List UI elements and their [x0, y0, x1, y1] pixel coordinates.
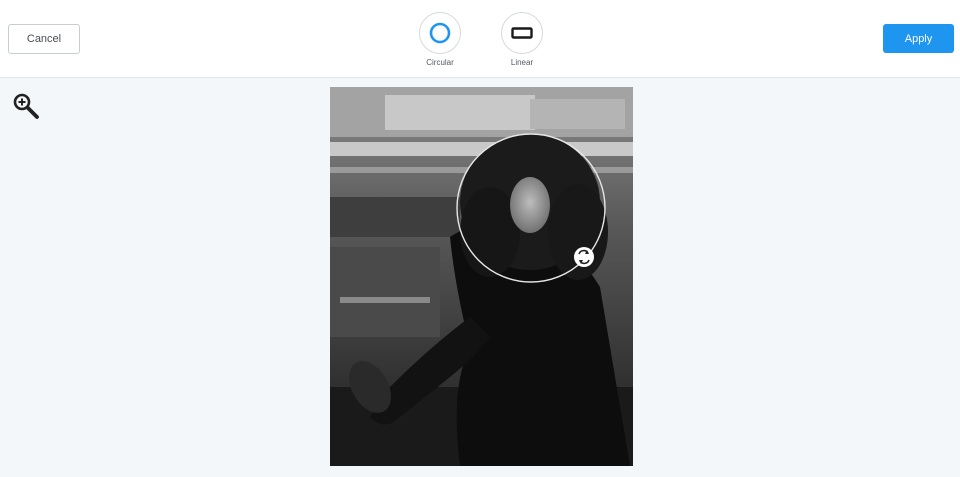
apply-button[interactable]: Apply	[883, 24, 954, 53]
rectangle-mask-icon	[511, 27, 533, 39]
cancel-button[interactable]: Cancel	[8, 24, 80, 54]
circular-mode-label: Circular	[426, 58, 454, 67]
photo-canvas[interactable]	[330, 87, 633, 466]
top-toolbar: Cancel Circular Linear Apply	[0, 0, 960, 78]
zoom-in-button[interactable]	[12, 92, 40, 120]
zoom-in-icon	[13, 93, 39, 119]
circular-mode-button[interactable]: Circular	[410, 12, 470, 67]
resize-handle[interactable]	[574, 247, 594, 267]
circular-mode-ring[interactable]	[419, 12, 461, 54]
photo-preview	[330, 87, 633, 466]
linear-mode-ring[interactable]	[501, 12, 543, 54]
circle-mask-icon	[429, 22, 451, 44]
linear-mode-button[interactable]: Linear	[492, 12, 552, 67]
linear-mode-label: Linear	[510, 58, 534, 67]
